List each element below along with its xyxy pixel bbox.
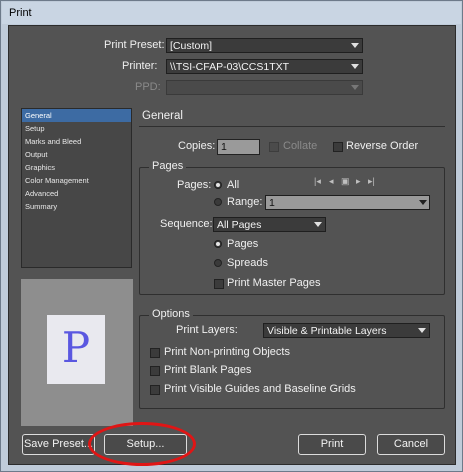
print-preset-label: Print Preset: (104, 39, 165, 51)
pages-all-radio[interactable] (214, 181, 222, 189)
print-guides-label: Print Visible Guides and Baseline Grids (164, 383, 356, 395)
pages-range-radio[interactable] (214, 198, 222, 206)
pages-range-input[interactable]: 1 (265, 195, 430, 210)
sidebar-item-setup[interactable]: Setup (22, 122, 131, 135)
print-guides-checkbox[interactable] (150, 385, 160, 395)
collate-label: Collate (283, 140, 318, 152)
next-page-icon[interactable]: ▸ (356, 176, 361, 187)
print-layers-label: Print Layers: (176, 324, 238, 336)
sidebar-item-graphics[interactable]: Graphics (22, 161, 131, 174)
chevron-down-icon (419, 200, 427, 205)
sidebar-item-summary[interactable]: Summary (22, 200, 131, 213)
chevron-down-icon (351, 43, 359, 48)
preview-page: P (47, 315, 105, 384)
divider (139, 126, 445, 127)
print-button[interactable]: Print (298, 434, 366, 455)
pages-range-value: 1 (269, 197, 275, 209)
first-page-icon[interactable]: |◂ (314, 176, 321, 187)
chevron-down-icon (314, 222, 322, 227)
spreads-option-label: Spreads (227, 257, 268, 269)
chevron-down-icon (418, 328, 426, 333)
chevron-down-icon (351, 64, 359, 69)
dialog-body: Print Preset: [Custom] Printer: \\TSI-CF… (8, 25, 456, 465)
chevron-down-icon (351, 85, 359, 90)
reverse-order-label: Reverse Order (346, 140, 419, 152)
ppd-dropdown[interactable] (166, 80, 363, 95)
section-heading-general: General (142, 110, 183, 122)
sidebar-item-advanced[interactable]: Advanced (22, 187, 131, 200)
copies-label: Copies: (178, 140, 216, 152)
pages-label: Pages: (177, 179, 212, 191)
last-page-icon[interactable]: ▸| (368, 176, 375, 187)
pages-range-label: Range: (227, 196, 263, 208)
print-layers-dropdown[interactable]: Visible & Printable Layers (263, 323, 430, 338)
prev-page-icon[interactable]: ◂ (329, 176, 334, 187)
pages-group-title: Pages (149, 160, 187, 172)
printer-dropdown[interactable]: \\TSI-CFAP-03\CCS1TXT (166, 59, 363, 74)
sidebar-item-color-management[interactable]: Color Management (22, 174, 131, 187)
copies-value: 1 (221, 141, 227, 153)
print-non-printing-checkbox[interactable] (150, 348, 160, 358)
ppd-label: PPD: (135, 81, 161, 93)
printer-value: \\TSI-CFAP-03\CCS1TXT (170, 61, 290, 73)
spreads-option-radio[interactable] (214, 259, 222, 267)
reverse-order-checkbox[interactable] (333, 142, 343, 152)
print-master-pages-checkbox[interactable] (214, 279, 224, 289)
pages-option-radio[interactable] (214, 240, 222, 248)
print-preset-dropdown[interactable]: [Custom] (166, 38, 363, 53)
sequence-value: All Pages (217, 219, 262, 231)
print-blank-pages-label: Print Blank Pages (164, 364, 252, 376)
setup-button[interactable]: Setup... (104, 434, 187, 455)
pages-option-label: Pages (227, 238, 259, 250)
print-non-printing-label: Print Non-printing Objects (164, 346, 290, 358)
options-group-title: Options (149, 308, 193, 320)
print-master-pages-label: Print Master Pages (227, 277, 321, 289)
save-preset-button[interactable]: Save Preset... (22, 434, 95, 455)
printer-label: Printer: (122, 60, 158, 72)
sequence-dropdown[interactable]: All Pages (213, 217, 326, 232)
pages-all-label: All (227, 179, 240, 191)
sidebar-item-general[interactable]: General (22, 109, 131, 122)
sequence-label: Sequence: (160, 218, 213, 230)
page-icon[interactable]: ▣ (341, 176, 350, 187)
print-preview: P (21, 279, 133, 426)
cancel-button[interactable]: Cancel (377, 434, 445, 455)
sidebar-item-output[interactable]: Output (22, 148, 131, 161)
category-list: General Setup Marks and Bleed Output Gra… (21, 108, 132, 268)
print-layers-value: Visible & Printable Layers (267, 325, 387, 337)
copies-input[interactable]: 1 (217, 139, 260, 155)
print-dialog: Print Print Preset: [Custom] Printer: \\… (0, 0, 463, 472)
print-preset-value: [Custom] (170, 40, 213, 52)
window-title: Print (2, 2, 461, 24)
print-blank-pages-checkbox[interactable] (150, 366, 160, 376)
sidebar-item-marks-and-bleed[interactable]: Marks and Bleed (22, 135, 131, 148)
collate-checkbox[interactable] (269, 142, 279, 152)
